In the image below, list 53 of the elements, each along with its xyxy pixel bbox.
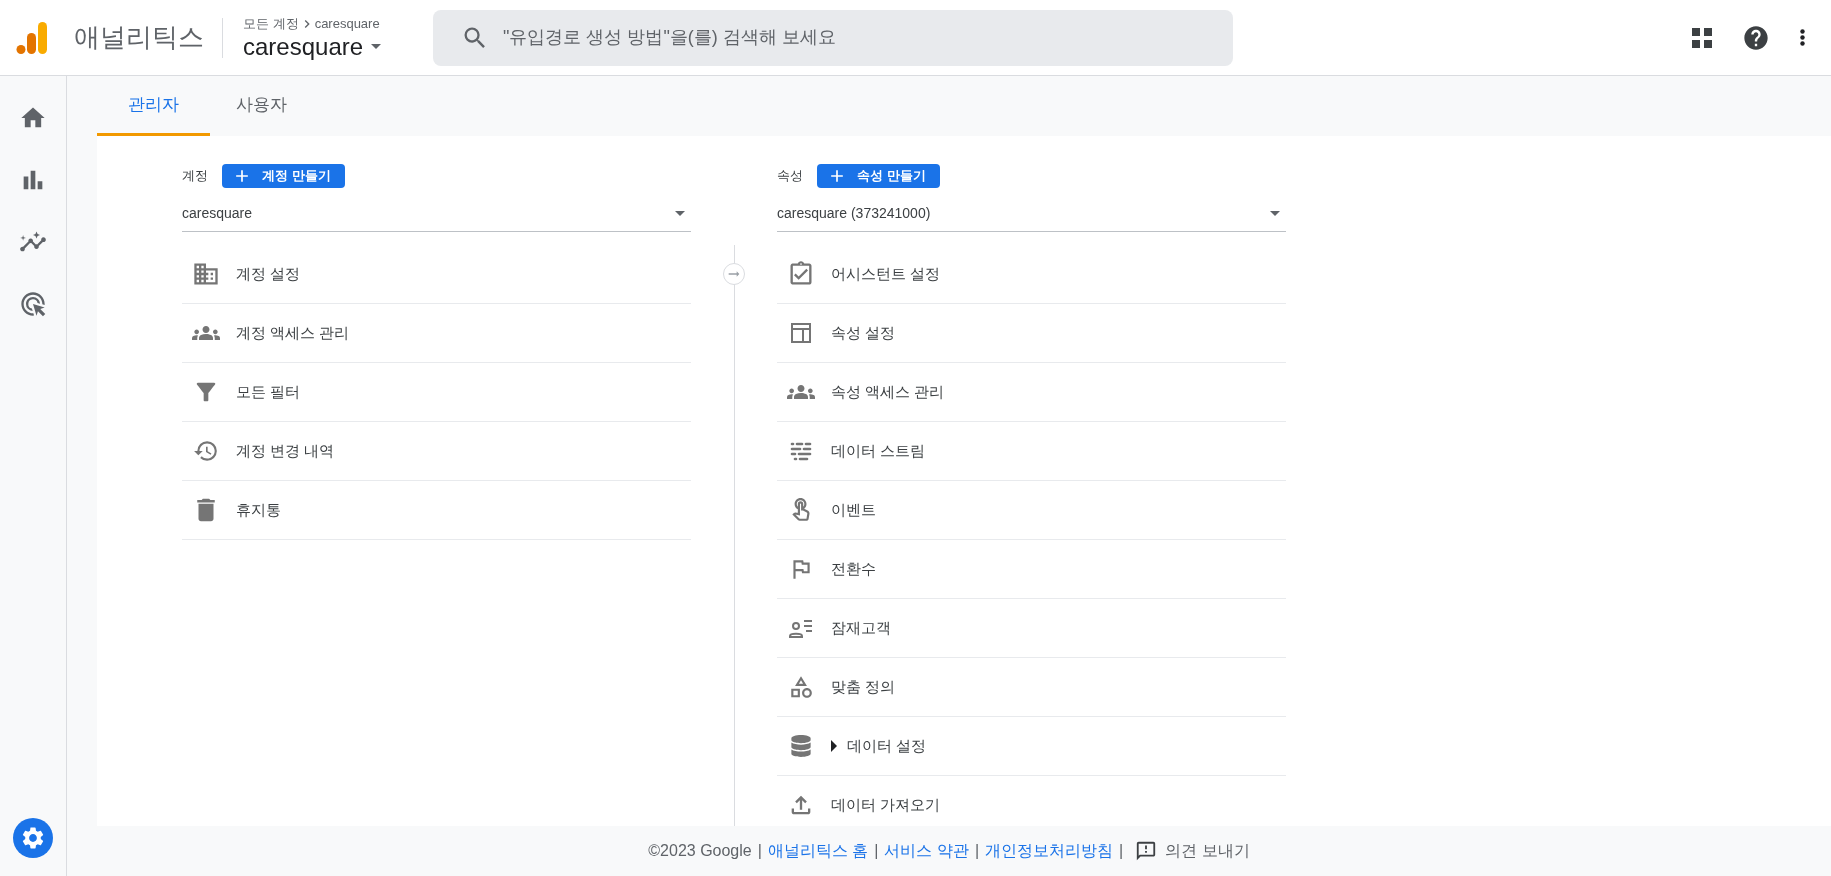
separator: | [757,842,762,860]
apps-grid-icon [1692,27,1712,48]
search-field[interactable]: "유입경로 생성 방법"을(를) 검색해 보세요 [433,9,1233,66]
breadcrumb-link[interactable]: 모든 계정 [243,14,299,33]
property-dropdown[interactable]: caresquare (373241000) [777,195,1286,232]
stream-lines-icon [790,441,812,461]
admin-menu-item[interactable]: 속성 액세스 관리 [777,363,1286,422]
feedback-button[interactable]: 의견 보내기 [1135,840,1250,862]
help-icon [1742,23,1770,52]
cursor-click-icon [19,290,47,318]
property-picker[interactable]: caresquare [243,32,413,61]
admin-menu-group[interactable]: 데이터 설정 [777,717,1286,776]
section-label: 속성 [777,167,803,185]
separator: | [874,842,879,860]
layout-icon [790,322,812,344]
admin-menu-item[interactable]: 이벤트 [777,481,1286,540]
dropdown-arrow-icon [675,210,685,216]
product-name: 애널리틱스 [74,21,204,54]
settings-icon [20,825,46,851]
admin-menu-item[interactable]: 데이터 스트림 [777,422,1286,481]
database-icon [790,735,812,757]
more-icon [1800,29,1805,46]
footer-link[interactable]: 개인정보처리방침 [985,840,1114,862]
admin-menu-item[interactable]: 전환수 [777,540,1286,599]
footer-link[interactable]: 서비스 약관 [884,840,969,862]
create-property-button[interactable]: 속성 만들기 [817,164,940,188]
admin-menu-item[interactable]: 휴지통 [182,481,691,540]
admin-menu-item[interactable]: 모든 필터 [182,363,691,422]
admin-menu-item[interactable]: 계정 변경 내역 [182,422,691,481]
create-account-button[interactable]: 계정 만들기 [222,164,345,188]
analytics-logo [14,19,50,56]
footer-link[interactable]: 애널리틱스 홈 [767,840,869,862]
separator: | [1119,842,1124,860]
feedback-icon [1135,840,1158,862]
shapes-icon [788,674,814,700]
admin-menu-item[interactable]: 맞춤 정의 [777,658,1286,717]
person-list-icon [789,618,813,638]
tab[interactable]: 사용자 [210,76,313,136]
history-icon [193,438,219,464]
section-label: 계정 [182,167,208,185]
admin-menu-item[interactable]: 계정 설정 [182,245,691,304]
admin-menu-item[interactable]: 어시스턴트 설정 [777,245,1286,304]
admin-menu-item[interactable]: 데이터 가져오기 [777,776,1286,826]
admin-menu-item[interactable]: 계정 액세스 관리 [182,304,691,363]
copyright-text: ©2023 Google [648,842,752,860]
admin-menu-item[interactable]: 속성 설정 [777,304,1286,363]
admin-menu-item[interactable]: 잠재고객 [777,599,1286,658]
breadcrumb-current: caresquare [314,16,380,31]
settings-button[interactable] [13,818,53,858]
account-dropdown[interactable]: caresquare [182,195,691,232]
dropdown-arrow-icon [371,44,382,49]
dropdown-arrow-icon [1270,210,1280,216]
separator: | [974,842,980,860]
